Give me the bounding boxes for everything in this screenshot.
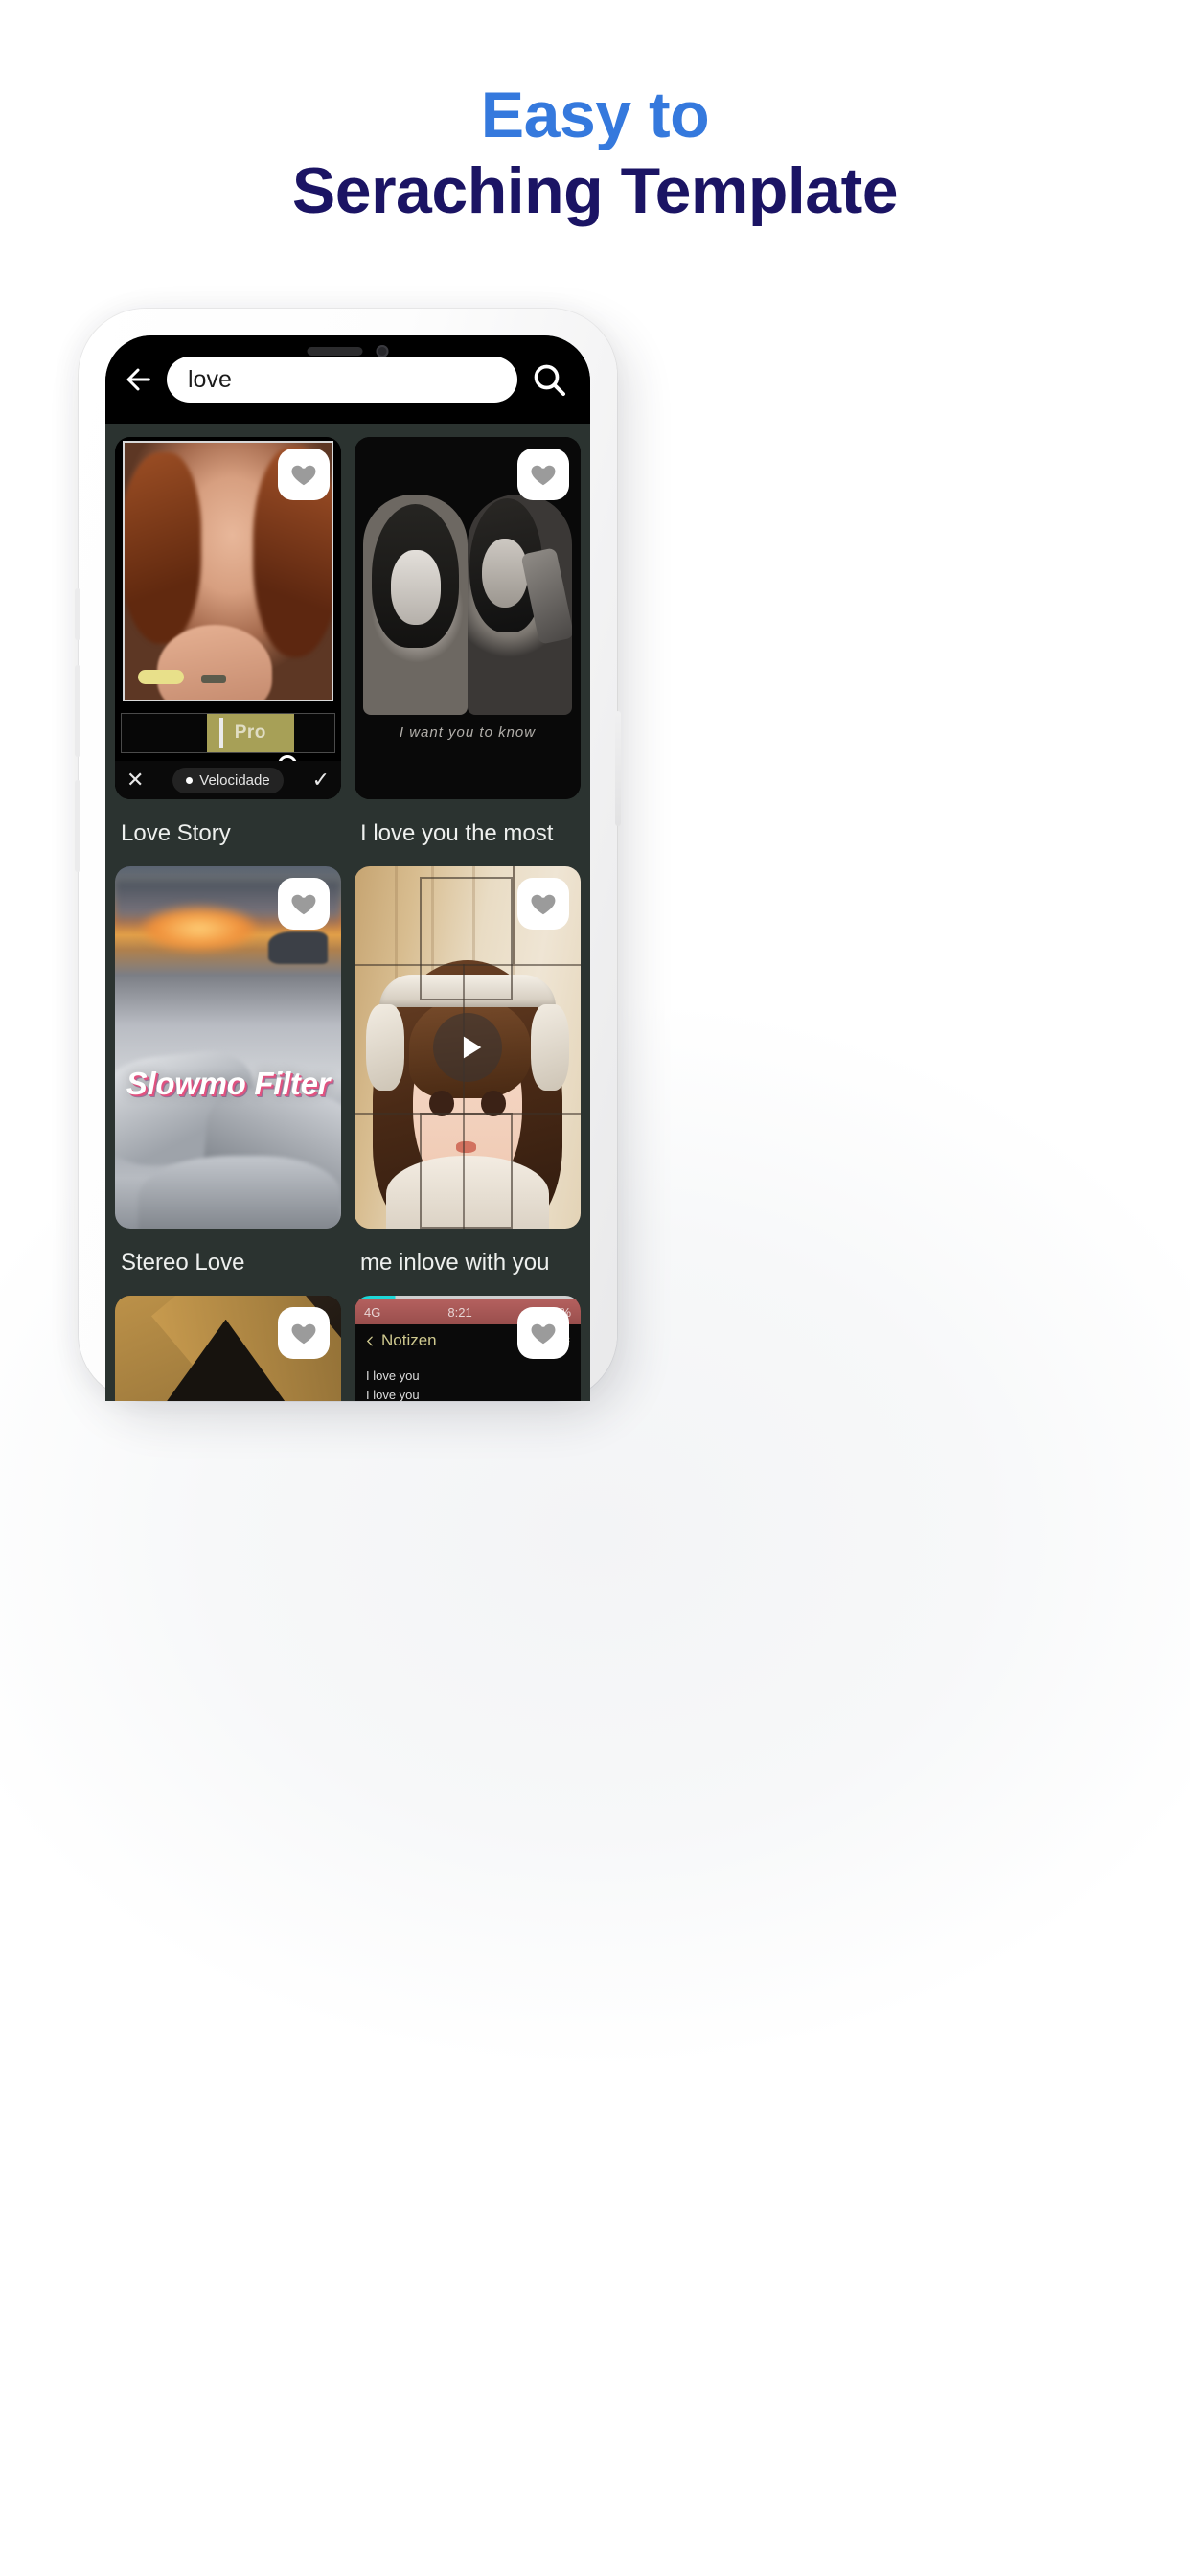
- template-title: Love Story: [121, 820, 231, 846]
- results-row: 4G 8:21 100% Notizen: [115, 1296, 581, 1401]
- speed-dot-icon: [186, 776, 194, 784]
- template-card[interactable]: [115, 1296, 341, 1401]
- editor-speed-chip: Velocidade: [172, 767, 284, 794]
- template-thumbnail[interactable]: I want you to know: [355, 437, 581, 799]
- favorite-button[interactable]: [278, 878, 330, 930]
- editor-confirm-button: ✓: [311, 768, 330, 792]
- phone-power-button: [615, 711, 621, 826]
- timeline-clip-label: Pro: [234, 723, 266, 743]
- headphone-cup-right: [531, 1003, 570, 1092]
- chevron-left-icon: [366, 1336, 373, 1346]
- phone-screen: love Pro ✕ Velocidade ✓ Love Story I wan…: [105, 335, 590, 1401]
- arrow-left-icon: [126, 368, 150, 391]
- note-line: I love you: [366, 1368, 420, 1383]
- earpiece-speaker: [307, 347, 363, 356]
- template-thumbnail[interactable]: [355, 866, 581, 1229]
- heart-icon: [291, 1323, 316, 1345]
- template-title: me inlove with you: [360, 1250, 550, 1276]
- phone-notch: [307, 345, 389, 357]
- template-card[interactable]: 4G 8:21 100% Notizen: [355, 1296, 581, 1401]
- heart-icon: [291, 465, 316, 486]
- portrait-right: [468, 494, 572, 715]
- face-left: [390, 550, 441, 625]
- favorite-button[interactable]: [517, 878, 569, 930]
- favorite-button[interactable]: [517, 1307, 569, 1359]
- hair-left: [125, 452, 201, 644]
- favorite-button[interactable]: [278, 1307, 330, 1359]
- heart-icon: [531, 1323, 556, 1345]
- results-row: Slowmo Filter Stereo Love me inlove with…: [115, 866, 581, 1296]
- phone-volume-down-button: [75, 780, 80, 872]
- template-thumbnail[interactable]: [115, 1296, 341, 1401]
- results-row: Pro ✕ Velocidade ✓ Love Story I want you…: [115, 437, 581, 866]
- template-results-grid: Pro ✕ Velocidade ✓ Love Story I want you…: [105, 424, 590, 1401]
- app-bar: love: [105, 335, 590, 424]
- editor-timecode: [201, 675, 226, 683]
- template-title: Stereo Love: [121, 1250, 245, 1276]
- phone-silent-switch: [75, 588, 80, 640]
- template-thumbnail[interactable]: Pro ✕ Velocidade ✓: [115, 437, 341, 799]
- heart-icon: [531, 465, 556, 486]
- play-button[interactable]: [433, 1013, 502, 1082]
- search-button[interactable]: [523, 354, 575, 405]
- search-input[interactable]: love: [167, 356, 517, 402]
- heart-icon: [531, 894, 556, 915]
- ice-floe-3: [137, 1156, 341, 1229]
- editor-action-bar: ✕ Velocidade ✓: [115, 761, 341, 799]
- status-center: 8:21: [447, 1304, 472, 1320]
- template-card[interactable]: Slowmo Filter Stereo Love: [115, 866, 341, 1296]
- favorite-button[interactable]: [278, 448, 330, 500]
- hand-shape: [157, 625, 272, 700]
- video-subtitle: I want you to know: [399, 724, 537, 741]
- back-button[interactable]: [115, 356, 161, 402]
- phone-mockup: love Pro ✕ Velocidade ✓ Love Story I wan…: [75, 309, 621, 1401]
- timeline-clip: Pro: [206, 714, 294, 752]
- template-thumbnail[interactable]: 4G 8:21 100% Notizen: [355, 1296, 581, 1401]
- face-right: [482, 539, 528, 608]
- sunset-glow: [142, 906, 258, 951]
- search-icon: [534, 364, 565, 396]
- filter-caption: Slowmo Filter: [126, 1065, 331, 1101]
- status-left: 4G: [364, 1304, 381, 1320]
- favorite-button[interactable]: [517, 448, 569, 500]
- template-title: I love you the most: [360, 820, 554, 846]
- headline-line-1: Easy to: [480, 79, 710, 151]
- notes-body: I love you I love you I love you I love …: [366, 1367, 569, 1401]
- editor-cancel-button: ✕: [126, 768, 145, 792]
- notes-app-title: Notizen: [381, 1331, 437, 1349]
- editor-badge: [138, 670, 184, 684]
- note-line: I love you: [366, 1388, 420, 1401]
- headline-line-2: Seraching Template: [291, 154, 899, 228]
- headphone-cup-left: [365, 1003, 404, 1092]
- portrait-left: [363, 494, 468, 715]
- page-title: Easy to Seraching Template: [0, 80, 1190, 227]
- phone-volume-up-button: [75, 665, 80, 757]
- rock-shape: [267, 932, 328, 965]
- template-card[interactable]: Pro ✕ Velocidade ✓ Love Story: [115, 437, 341, 866]
- heart-icon: [291, 894, 316, 915]
- template-card[interactable]: I want you to know I love you the most: [355, 437, 581, 866]
- notes-back: Notizen: [364, 1331, 437, 1350]
- editor-timeline: Pro: [121, 713, 335, 753]
- template-thumbnail[interactable]: Slowmo Filter: [115, 866, 341, 1229]
- front-camera: [376, 345, 389, 357]
- template-card[interactable]: me inlove with you: [355, 866, 581, 1296]
- editor-speed-label: Velocidade: [199, 771, 270, 789]
- play-icon: [463, 1036, 481, 1059]
